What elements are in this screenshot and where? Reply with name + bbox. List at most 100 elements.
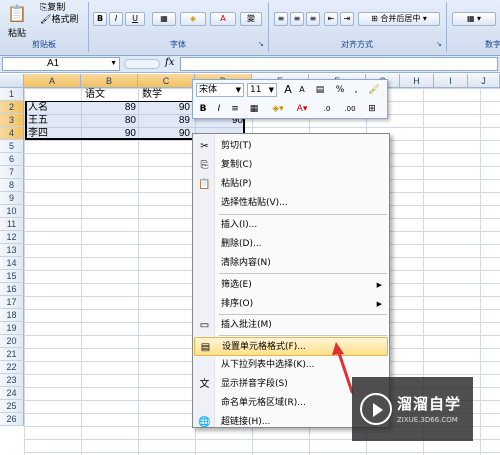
paste-icon[interactable]: 📋 (4, 4, 30, 28)
border-button[interactable]: ▦ (152, 12, 176, 26)
chevron-down-icon[interactable]: ▼ (110, 58, 117, 70)
cell-c4[interactable]: 90 (138, 127, 192, 140)
cell-b2[interactable]: 89 (81, 101, 138, 114)
cell-b1[interactable]: 语文 (83, 88, 107, 101)
italic-button[interactable]: I (212, 102, 226, 116)
align-left-button[interactable]: ≡ (274, 12, 288, 26)
grow-font-button[interactable]: A (281, 83, 295, 97)
name-box[interactable]: A1 ▼ (2, 57, 120, 71)
column-header-h[interactable]: H (400, 74, 434, 88)
format-painter-icon[interactable]: 🖌 (367, 83, 381, 97)
row-header-3[interactable]: 3 (0, 114, 24, 127)
column-header-i[interactable]: I (434, 74, 468, 88)
decrease-indent-button[interactable]: ⇤ (324, 12, 338, 26)
accounting-format-button[interactable]: ▤ (311, 83, 329, 97)
cell-a4[interactable]: 李四 (26, 127, 50, 140)
row-header-10[interactable]: 10 (0, 205, 24, 218)
merge-center-icon: ⊞ (371, 14, 378, 23)
bold-button[interactable]: B (93, 12, 107, 26)
select-all-corner[interactable] (0, 74, 24, 88)
number-format-button[interactable]: ▦ ▾ (452, 12, 496, 26)
row-header-15[interactable]: 15 (0, 270, 24, 283)
fill-color-button[interactable]: ◈▾ (267, 102, 289, 116)
row-header-8[interactable]: 8 (0, 179, 24, 192)
font-dialog-launcher-icon[interactable]: ↘ (258, 40, 264, 48)
chevron-down-icon[interactable]: ▼ (236, 84, 241, 96)
menu-item-p[interactable]: 📋 粘贴(P) (194, 175, 388, 194)
font-color-button[interactable]: A▾ (291, 102, 313, 116)
cell-c1[interactable]: 数学 (140, 88, 164, 101)
cell-a2[interactable]: 人名 (26, 101, 50, 114)
menu-item-v[interactable]: 选择性粘贴(V)... (194, 194, 388, 213)
increase-indent-button[interactable]: ⇥ (340, 12, 354, 26)
bold-button[interactable]: B (196, 102, 210, 116)
underline-button[interactable]: U (125, 12, 145, 26)
row-header-2[interactable]: 2 (0, 101, 24, 114)
row-header-4[interactable]: 4 (0, 127, 24, 140)
menu-item-d[interactable]: 删除(D)... (194, 235, 388, 254)
row-header-17[interactable]: 17 (0, 296, 24, 309)
row-header-12[interactable]: 12 (0, 231, 24, 244)
row-header-23[interactable]: 23 (0, 374, 24, 387)
menu-item-t[interactable]: ✂ 剪切(T) (194, 137, 388, 156)
merge-cells-button[interactable]: ⊞ (365, 102, 379, 116)
menu-item-e[interactable]: 筛选(E) ▶ (194, 276, 388, 295)
row-header-16[interactable]: 16 (0, 283, 24, 296)
cell-b3[interactable]: 80 (81, 114, 138, 127)
row-header-22[interactable]: 22 (0, 361, 24, 374)
cell-c3[interactable]: 89 (138, 114, 192, 127)
formula-bar-splitter[interactable] (124, 59, 160, 69)
merge-center-button[interactable]: ⊞ 合并后居中 ▾ (358, 12, 440, 26)
increase-decimal-button[interactable]: .0 (317, 102, 337, 116)
alignment-dialog-launcher-icon[interactable]: ↘ (436, 40, 442, 48)
row-header-6[interactable]: 6 (0, 153, 24, 166)
row-header-20[interactable]: 20 (0, 335, 24, 348)
menu-item-i[interactable]: 插入(I)... (194, 216, 388, 235)
menu-item-o[interactable]: 排序(O) ▶ (194, 295, 388, 314)
border-button[interactable]: ▦ (245, 102, 263, 116)
decrease-decimal-button[interactable]: .00 (339, 102, 361, 116)
font-color-button[interactable]: A (210, 12, 236, 26)
row-header-11[interactable]: 11 (0, 218, 24, 231)
cell-b4[interactable]: 90 (81, 127, 138, 140)
formula-input[interactable] (180, 57, 498, 71)
row-header-25[interactable]: 25 (0, 400, 24, 413)
column-header-c[interactable]: C (138, 74, 195, 88)
insert-function-icon[interactable]: fx (165, 57, 174, 68)
row-header-13[interactable]: 13 (0, 244, 24, 257)
column-header-j[interactable]: J (468, 74, 500, 88)
chevron-down-icon[interactable]: ▼ (269, 84, 274, 96)
row-header-5[interactable]: 5 (0, 140, 24, 153)
cell-c2[interactable]: 90 (138, 101, 192, 114)
percent-button[interactable]: % (333, 83, 347, 97)
phonetic-button[interactable]: 變 (240, 12, 262, 26)
align-center-button[interactable]: ≡ (290, 12, 304, 26)
menu-item-n[interactable]: 清除内容(N) (194, 254, 388, 273)
column-header-a[interactable]: A (24, 74, 81, 88)
font-name-select[interactable]: 宋体 ▼ (196, 83, 244, 97)
align-left-icon: ≡ (277, 14, 285, 23)
row-header-21[interactable]: 21 (0, 348, 24, 361)
menu-item-label: 选择性粘贴(V)... (221, 198, 288, 208)
italic-button[interactable]: I (109, 12, 123, 26)
menu-item-c[interactable]: ⎘ 复制(C) (194, 156, 388, 175)
row-header-7[interactable]: 7 (0, 166, 24, 179)
center-align-button[interactable]: ≡ (228, 102, 242, 116)
row-header-9[interactable]: 9 (0, 192, 24, 205)
format-painter-button[interactable]: 🖌格式刷 (40, 12, 78, 25)
row-header-1[interactable]: 1 (0, 88, 24, 101)
font-size-select[interactable]: 11 ▼ (247, 83, 277, 97)
row-header-24[interactable]: 24 (0, 387, 24, 400)
row-header-19[interactable]: 19 (0, 322, 24, 335)
row-header-26[interactable]: 26 (0, 413, 24, 426)
cell-a3[interactable]: 王五 (26, 114, 50, 127)
comma-button[interactable]: , (349, 83, 363, 97)
fill-color-button[interactable]: ◈ (180, 12, 206, 26)
align-right-button[interactable]: ≡ (306, 12, 320, 26)
shrink-font-button[interactable]: A (295, 83, 309, 97)
border-icon: ▦ (249, 104, 259, 114)
menu-item-m[interactable]: ▭ 插入批注(M) (194, 316, 388, 335)
row-header-18[interactable]: 18 (0, 309, 24, 322)
column-header-b[interactable]: B (81, 74, 138, 88)
row-header-14[interactable]: 14 (0, 257, 24, 270)
